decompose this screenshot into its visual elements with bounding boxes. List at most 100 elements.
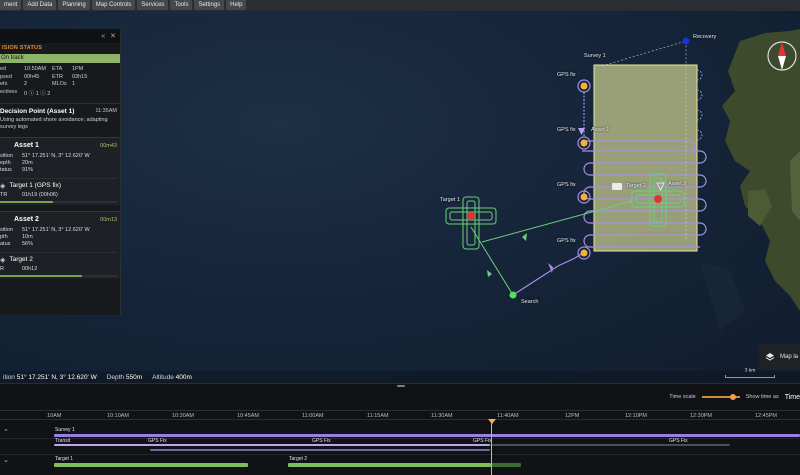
menu-item-map-controls[interactable]: Map Controls [91, 0, 136, 10]
asset-row-label: atus [0, 240, 11, 247]
position-label: ition [3, 373, 15, 381]
decision-point-title: Decision Point (Asset 1) [0, 107, 75, 115]
timeline-row-divider [0, 454, 800, 455]
target-name: Target 1 (GPS fix) [9, 182, 62, 189]
menu-bar: ment Add Data Planning Map Controls Serv… [0, 0, 800, 11]
timeline-target-2-label: Target 2 [289, 456, 308, 462]
menu-item-mission[interactable]: ment [0, 0, 22, 10]
stat-label: ectives [0, 88, 18, 95]
gps-fix-marker-4[interactable] [580, 249, 588, 257]
path-arrow [487, 270, 492, 277]
asset-row-label: sition [0, 226, 13, 233]
stat-value [72, 89, 92, 97]
time-scale-slider[interactable] [701, 394, 740, 400]
decision-point-time: 11:35AM [95, 107, 117, 114]
map-layers-button[interactable]: Map la [758, 344, 800, 370]
mission-status-badge: On track [0, 54, 120, 63]
asset-card-2[interactable]: Asset 2 00m13 sition 51° 17.251' N, 3° 1… [0, 210, 120, 279]
gps-fix-label-4: GPS fix [557, 238, 576, 244]
asset-1-map-label: Asset 1 [591, 127, 610, 133]
stat-value: 10:50AM [24, 66, 47, 72]
stat-label: ed [0, 66, 7, 72]
depth-value: 550m [125, 373, 143, 381]
menu-item-settings[interactable]: Settings [194, 0, 225, 10]
timeline-target-2-bar[interactable] [288, 463, 491, 467]
target-icon: ◈ [0, 256, 6, 264]
timeline-panel: Time scale Show time as Time 10AM 10:10A… [0, 383, 800, 475]
stat-value: 0 ⓘ 1 ⓘ 2 [24, 90, 51, 97]
collapse-row-chevron-icon[interactable]: ⌄ [3, 456, 9, 464]
mission-stats: ed 10:50AM ETA 1PM psed 00h45 ETR 03h15 … [0, 66, 120, 97]
asset-row-value: 56% [22, 240, 34, 247]
timeline-controls: Time scale Show time as Time [669, 391, 800, 403]
close-icon[interactable]: ✕ [110, 32, 116, 40]
target-2-map-label: Target 2 [626, 183, 646, 189]
stat-value: 1PM [72, 66, 84, 72]
asset-row-label: pth [0, 233, 8, 240]
depth-label: Depth [106, 373, 125, 381]
asset-card-1[interactable]: Asset 1 00m43 sition 51° 17.251' N, 3° 1… [0, 136, 120, 205]
altitude-value: 400m [175, 373, 192, 381]
map-status-bar: ition 51° 17.251' N, 3° 12.620' W Depth … [0, 371, 800, 383]
tick-label: 10:10AM [107, 413, 130, 419]
asset-name: Asset 1 [14, 142, 39, 149]
slider-knob[interactable] [729, 394, 736, 400]
asset-row-value: 51° 17.251' N, 3° 12.620' W [22, 152, 90, 159]
asset-row-label: epth [0, 159, 11, 166]
search-map-label: Search [521, 299, 539, 305]
show-time-select[interactable]: Time [785, 394, 800, 401]
gps-fix-label-3: GPS fix [557, 182, 576, 188]
transit-track [512, 252, 584, 296]
gps-fix-marker-1[interactable] [580, 82, 588, 90]
timeline-gps-label: GPS Fix [473, 438, 492, 444]
stat-label [52, 89, 72, 97]
asset-target[interactable]: ◈ Target 2 [0, 251, 117, 264]
position-value: 51° 17.251' N, 3° 12.620' W [16, 373, 97, 381]
coastline-land [722, 29, 800, 311]
gps-fix-marker-3[interactable] [580, 193, 588, 201]
stat-label: ETR [52, 73, 63, 80]
target-meta-value: 01h19 (00h06) [22, 191, 58, 198]
menu-item-help[interactable]: Help [226, 0, 247, 10]
planned-loops [696, 69, 703, 141]
collapse-icon[interactable]: « [101, 33, 105, 40]
asset-target[interactable]: ◈ Target 1 (GPS fix) [0, 177, 117, 190]
current-time-marker[interactable] [488, 419, 496, 424]
decision-point[interactable]: Decision Point (Asset 1) 11:35AM Using a… [0, 102, 120, 131]
menu-item-planning[interactable]: Planning [58, 0, 90, 10]
gps-fix-label-1: GPS fix [557, 72, 576, 78]
survey-label: Survey 1 [584, 53, 606, 59]
timeline-target-1-bar[interactable] [54, 463, 248, 467]
gps-fix-marker-2[interactable] [580, 139, 588, 147]
asset-name: Asset 2 [14, 216, 39, 223]
timeline-resize-handle[interactable] [397, 385, 405, 387]
timeline-transit-bar[interactable] [54, 444, 490, 446]
tick-label: 10:30AM [172, 413, 195, 419]
map-layers-label: Map la [780, 354, 799, 360]
current-time-line[interactable] [491, 421, 492, 475]
menu-item-services[interactable]: Services [137, 0, 169, 10]
asset-row-value: 10m [22, 233, 33, 240]
path-arrow [522, 233, 527, 241]
decision-point-icon[interactable] [612, 183, 622, 190]
target-1-marker[interactable] [467, 212, 475, 220]
altitude-label: Altitude [152, 373, 174, 381]
menu-item-tools[interactable]: Tools [170, 0, 193, 10]
tick-label: 10AM [47, 413, 62, 419]
timeline-survey-bar[interactable] [54, 434, 800, 437]
asset-row-value: 91% [22, 166, 34, 173]
asset-progress-track [0, 200, 117, 203]
time-scale-label: Time scale [669, 394, 696, 400]
panel-toolbar: « ✕ [0, 29, 120, 43]
target-2-marker[interactable] [654, 195, 662, 203]
search-marker[interactable] [509, 291, 517, 299]
recovery-label: Recovery [693, 34, 717, 40]
expand-row-chevron-icon[interactable]: ⌃ [3, 428, 9, 436]
tick-label: 12:10PM [625, 413, 648, 419]
target-1-pattern [445, 196, 497, 250]
recovery-marker[interactable] [682, 37, 690, 45]
asset-row-label: tatus [0, 166, 12, 173]
asset-progress-track [0, 274, 117, 277]
menu-item-add-data[interactable]: Add Data [23, 0, 57, 10]
tick-label: 11:40AM [497, 413, 519, 419]
